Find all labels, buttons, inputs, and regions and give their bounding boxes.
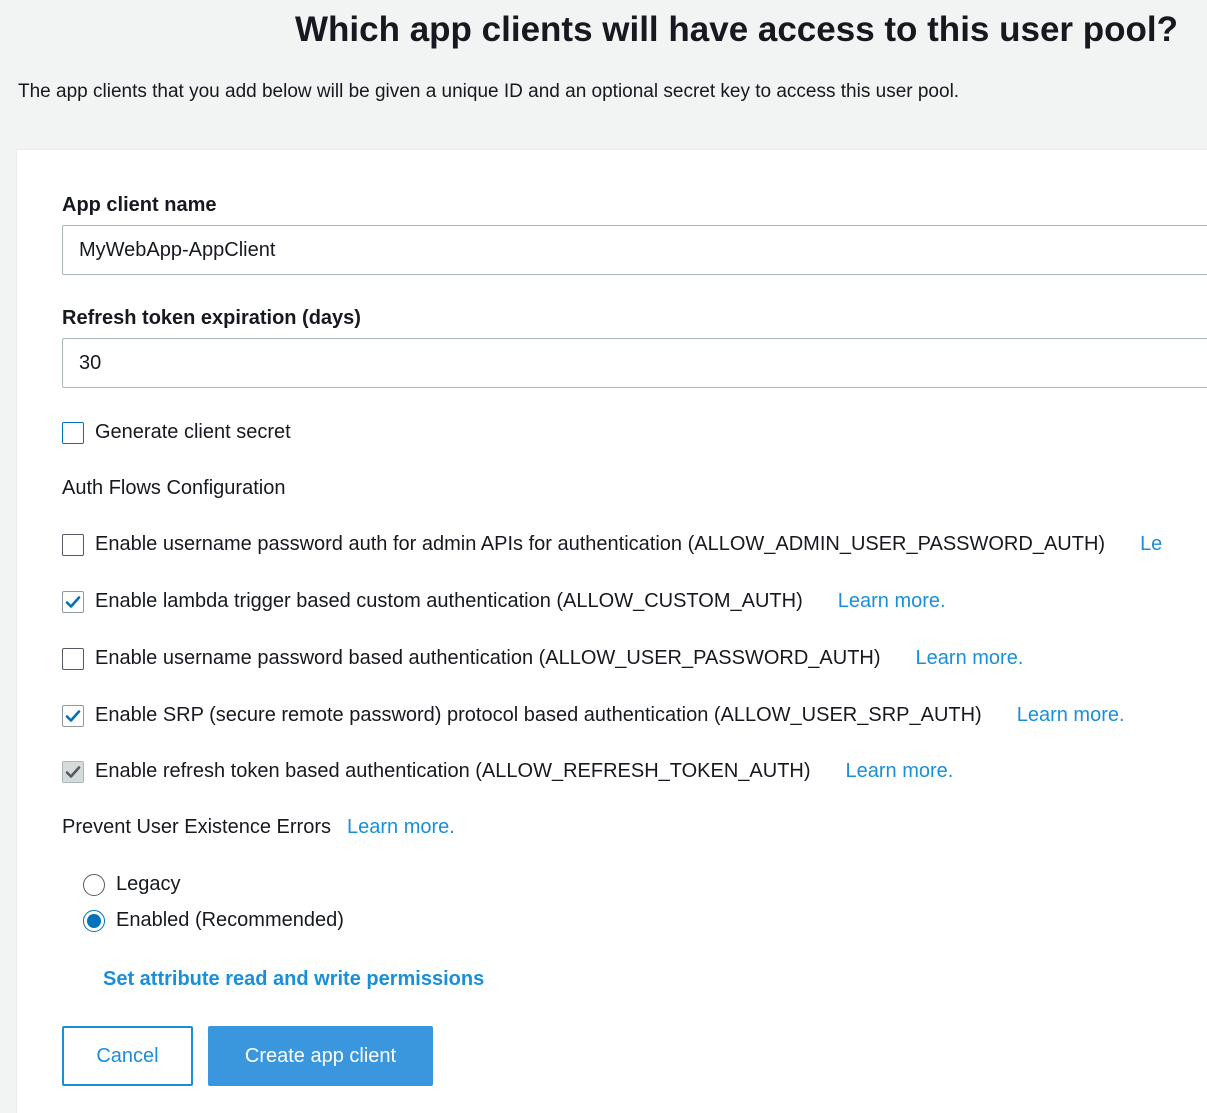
auth-flow-row-refresh-token: Enable refresh token based authenticatio… (62, 760, 953, 783)
refresh-token-label: Refresh token expiration (days) (62, 307, 361, 329)
attribute-permissions-link[interactable]: Set attribute read and write permissions (103, 968, 484, 991)
auth-flow-label: Enable username password based authentic… (95, 647, 881, 669)
auth-flow-checkbox[interactable] (62, 533, 84, 556)
radio-option-legacy[interactable]: Legacy (83, 873, 181, 896)
learn-more-link[interactable]: Learn more. (846, 760, 954, 783)
radio-option-enabled[interactable]: Enabled (Recommended) (83, 909, 344, 932)
learn-more-link[interactable]: Le (1140, 533, 1162, 556)
learn-more-link[interactable]: Learn more. (916, 647, 1024, 670)
learn-more-link[interactable]: Learn more. (1017, 704, 1125, 727)
auth-flow-checkbox[interactable] (62, 647, 84, 670)
refresh-token-input[interactable] (62, 338, 1207, 388)
auth-flow-checkbox[interactable] (62, 704, 84, 727)
auth-flow-label: Enable SRP (secure remote password) prot… (95, 704, 982, 726)
cancel-button[interactable]: Cancel (62, 1026, 193, 1086)
radio-button[interactable] (83, 873, 105, 896)
app-client-name-label: App client name (62, 194, 217, 216)
checkmark-icon (65, 765, 81, 778)
auth-flow-label: Enable username password auth for admin … (95, 533, 1106, 555)
generate-secret-row[interactable]: Generate client secret (62, 421, 291, 444)
auth-flow-row-admin-password[interactable]: Enable username password auth for admin … (62, 533, 1162, 556)
auth-flows-heading: Auth Flows Configuration (62, 477, 286, 499)
page-title: Which app clients will have access to th… (295, 10, 1178, 49)
prevent-errors-label: Prevent User Existence Errors (62, 816, 331, 838)
radio-button[interactable] (83, 909, 105, 932)
learn-more-link[interactable]: Learn more. (838, 590, 946, 613)
auth-flow-row-custom-auth[interactable]: Enable lambda trigger based custom authe… (62, 590, 946, 613)
auth-flow-label: Enable lambda trigger based custom authe… (95, 590, 803, 612)
auth-flow-row-user-password[interactable]: Enable username password based authentic… (62, 647, 1023, 670)
checkmark-icon (65, 595, 81, 608)
prevent-errors-row: Prevent User Existence Errors Learn more… (62, 816, 455, 839)
generate-secret-label: Generate client secret (95, 421, 291, 443)
create-app-client-button[interactable]: Create app client (208, 1026, 433, 1086)
radio-label: Enabled (Recommended) (116, 909, 344, 931)
auth-flow-checkbox[interactable] (62, 590, 84, 613)
app-client-form-panel: App client name Refresh token expiration… (16, 149, 1207, 1113)
radio-label: Legacy (116, 873, 181, 895)
generate-secret-checkbox[interactable] (62, 421, 84, 444)
auth-flow-checkbox-disabled (62, 760, 84, 783)
page-description: The app clients that you add below will … (18, 81, 960, 102)
app-client-name-input[interactable] (62, 225, 1207, 275)
auth-flow-label: Enable refresh token based authenticatio… (95, 760, 811, 782)
learn-more-link[interactable]: Learn more. (347, 816, 455, 839)
checkmark-icon (65, 709, 81, 722)
auth-flow-row-srp[interactable]: Enable SRP (secure remote password) prot… (62, 704, 1125, 727)
